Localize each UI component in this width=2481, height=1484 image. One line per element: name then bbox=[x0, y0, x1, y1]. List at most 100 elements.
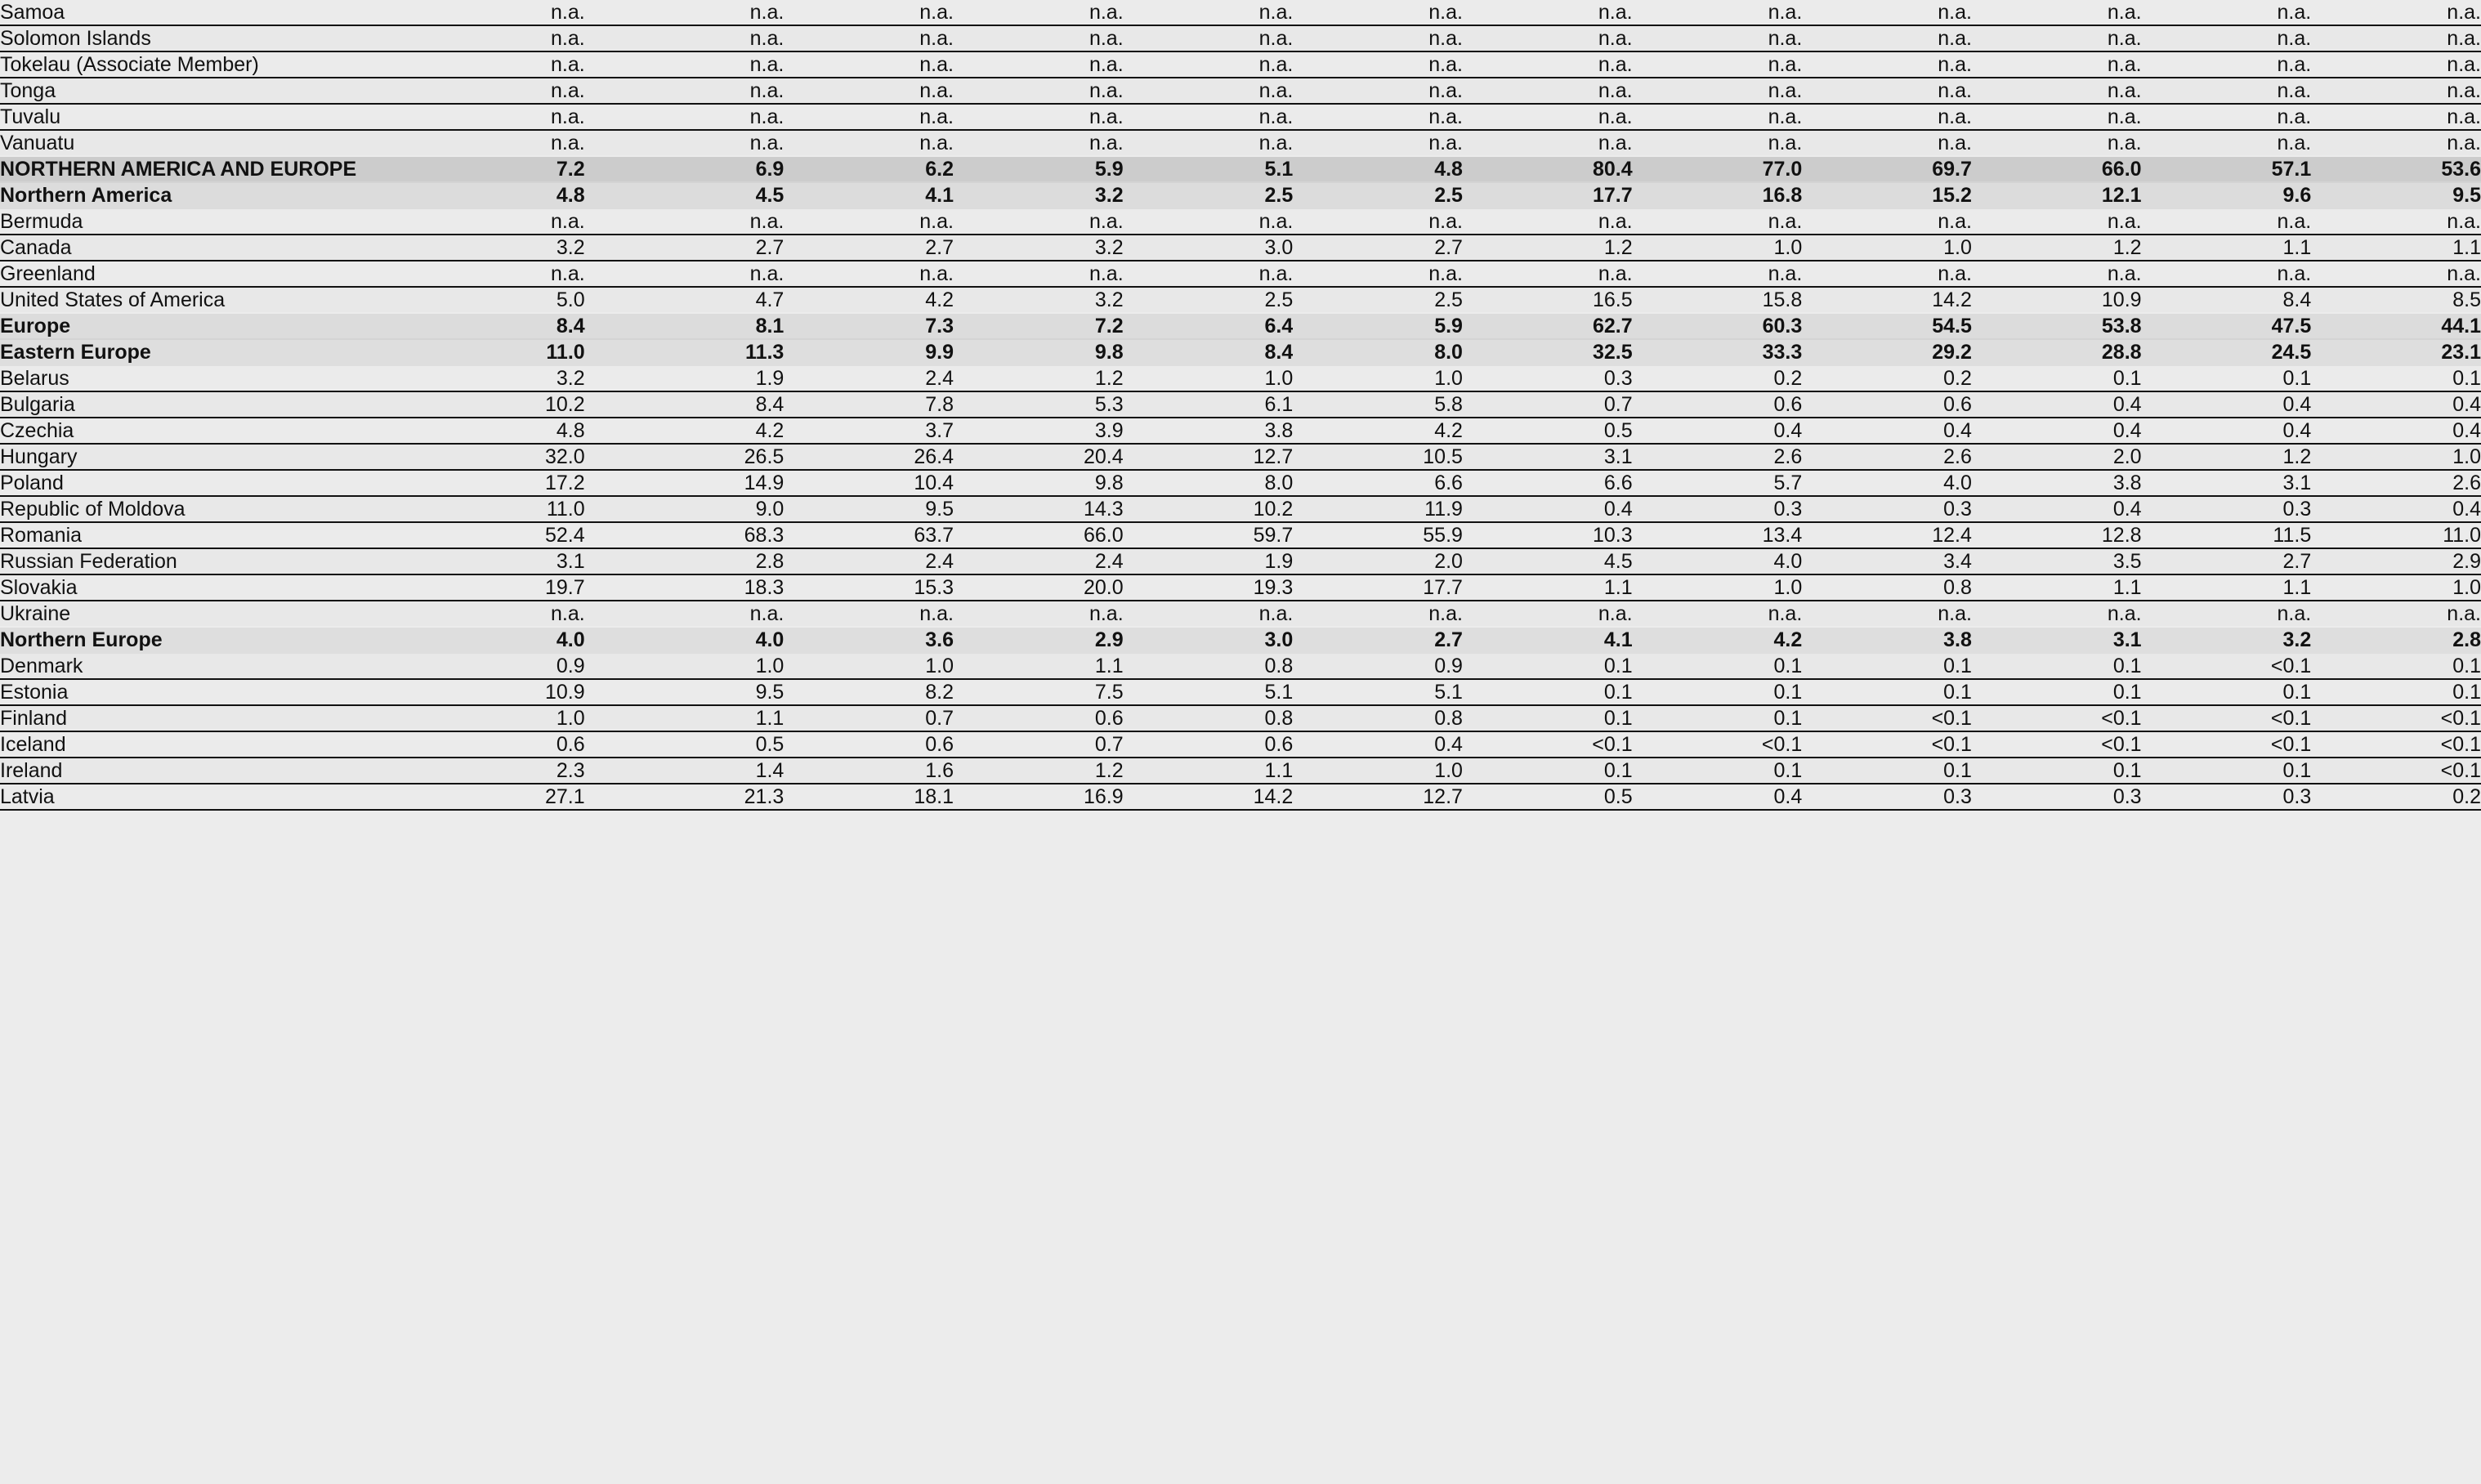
cell-value: 0.1 bbox=[1971, 679, 2142, 706]
row-label: Slovakia bbox=[0, 574, 449, 601]
cell-value: 9.8 bbox=[953, 470, 1124, 497]
cell-value: n.a. bbox=[1632, 208, 1803, 235]
cell-value: 0.2 bbox=[2311, 784, 2481, 811]
cell-value: 69.7 bbox=[1802, 156, 1972, 183]
cell-value: 17.7 bbox=[1462, 182, 1633, 209]
cell-value: n.a. bbox=[1632, 25, 1803, 52]
cell-value: 0.4 bbox=[1462, 496, 1633, 523]
cell-value: 11.3 bbox=[614, 339, 785, 366]
cell-value: 4.8 bbox=[1293, 156, 1463, 183]
row-label: Canada bbox=[0, 235, 449, 261]
cell-value: 3.2 bbox=[449, 235, 615, 261]
cell-value: 9.8 bbox=[953, 339, 1124, 366]
cell-value: n.a. bbox=[1632, 104, 1803, 131]
cell-value: 0.3 bbox=[1462, 365, 1633, 392]
cell-value: n.a. bbox=[1293, 130, 1463, 156]
cell-value: n.a. bbox=[953, 0, 1124, 26]
cell-value: 0.1 bbox=[1802, 653, 1972, 680]
row-label: Czechia bbox=[0, 418, 449, 445]
cell-value: 3.1 bbox=[2141, 470, 2312, 497]
cell-value: <0.1 bbox=[1462, 731, 1633, 758]
cell-value: 3.2 bbox=[953, 182, 1124, 209]
cell-value: 2.8 bbox=[2311, 627, 2481, 654]
cell-value: n.a. bbox=[1632, 78, 1803, 105]
cell-value: 11.9 bbox=[1293, 496, 1463, 523]
cell-value: 2.5 bbox=[1123, 182, 1294, 209]
cell-value: 1.1 bbox=[2141, 574, 2312, 601]
cell-value: 7.3 bbox=[784, 313, 954, 340]
cell-value: 4.7 bbox=[614, 287, 785, 313]
table-row: Republic of Moldova 11.0 9.0 9.5 14.3 10.2 11.… bbox=[0, 496, 2481, 523]
cell-value: 0.1 bbox=[2311, 653, 2481, 680]
cell-value: n.a. bbox=[1971, 104, 2142, 131]
cell-value: 29.2 bbox=[1802, 339, 1972, 366]
cell-value: 32.0 bbox=[449, 444, 615, 471]
cell-value: n.a. bbox=[1293, 261, 1463, 288]
cell-value: 1.0 bbox=[614, 653, 785, 680]
cell-value: n.a. bbox=[1462, 261, 1633, 288]
cell-value: 0.4 bbox=[1971, 418, 2142, 445]
cell-value: n.a. bbox=[1293, 0, 1463, 26]
cell-value: 68.3 bbox=[614, 522, 785, 549]
cell-value: n.a. bbox=[2141, 261, 2312, 288]
cell-value: 3.0 bbox=[1123, 235, 1294, 261]
cell-value: 0.1 bbox=[1971, 365, 2142, 392]
table-row: Slovakia 19.7 18.3 15.3 20.0 19.3 17.7 1.1 1.0 0.… bbox=[0, 574, 2481, 601]
row-label: Ireland bbox=[0, 758, 449, 784]
cell-value: <0.1 bbox=[1971, 731, 2142, 758]
table-row: Bulgaria 10.2 8.4 7.8 5.3 6.1 5.8 0.7 0.6 0.6 0.4 0… bbox=[0, 391, 2481, 418]
cell-value: 66.0 bbox=[953, 522, 1124, 549]
cell-value: 0.4 bbox=[1632, 418, 1803, 445]
cell-value: 13.4 bbox=[1632, 522, 1803, 549]
cell-value: 4.2 bbox=[1632, 627, 1803, 654]
cell-value: 1.0 bbox=[1293, 758, 1463, 784]
cell-value: n.a. bbox=[784, 261, 954, 288]
cell-value: 4.0 bbox=[614, 627, 785, 654]
cell-value: n.a. bbox=[1632, 601, 1803, 627]
cell-value: n.a. bbox=[953, 104, 1124, 131]
cell-value: n.a. bbox=[1971, 261, 2142, 288]
row-label: Latvia bbox=[0, 784, 449, 811]
table-row: Poland 17.2 14.9 10.4 9.8 8.0 6.6 6.6 5.7 4.0 3.8 3… bbox=[0, 470, 2481, 497]
cell-value: 54.5 bbox=[1802, 313, 1972, 340]
cell-value: 63.7 bbox=[784, 522, 954, 549]
cell-value: 24.5 bbox=[2141, 339, 2312, 366]
row-label: NORTHERN AMERICA AND EUROPE bbox=[0, 156, 449, 183]
cell-value: n.a. bbox=[784, 25, 954, 52]
cell-value: 0.1 bbox=[1462, 705, 1633, 732]
cell-value: 0.3 bbox=[1971, 784, 2142, 811]
table-row: Canada 3.2 2.7 2.7 3.2 3.0 2.7 1.2 1.0 1.0 1.2 1.1 1… bbox=[0, 235, 2481, 261]
cell-value: 20.0 bbox=[953, 574, 1124, 601]
cell-value: n.a. bbox=[953, 51, 1124, 78]
cell-value: 9.5 bbox=[614, 679, 785, 706]
cell-value: n.a. bbox=[614, 25, 785, 52]
cell-value: 2.8 bbox=[614, 548, 785, 575]
cell-value: n.a. bbox=[784, 104, 954, 131]
cell-value: n.a. bbox=[1971, 78, 2142, 105]
cell-value: 6.6 bbox=[1293, 470, 1463, 497]
cell-value: 0.3 bbox=[1632, 496, 1803, 523]
cell-value: 0.1 bbox=[2141, 679, 2312, 706]
row-label: Tokelau (Associate Member) bbox=[0, 51, 449, 78]
cell-value: 0.1 bbox=[1462, 758, 1633, 784]
cell-value: 26.4 bbox=[784, 444, 954, 471]
cell-value: 0.5 bbox=[614, 731, 785, 758]
cell-value: n.a. bbox=[1802, 104, 1972, 131]
cell-value: 33.3 bbox=[1632, 339, 1803, 366]
cell-value: 3.2 bbox=[953, 287, 1124, 313]
statistics-table-container: Samoa n.a. n.a. n.a. n.a. n.a. n.a. n.a. n.a. n.a… bbox=[0, 0, 2481, 1484]
table-row: Latvia 27.1 21.3 18.1 16.9 14.2 12.7 0.5 0.4 0.3 0… bbox=[0, 784, 2481, 811]
cell-value: 0.8 bbox=[1802, 574, 1972, 601]
cell-value: 15.2 bbox=[1802, 182, 1972, 209]
cell-value: 1.6 bbox=[784, 758, 954, 784]
cell-value: 5.3 bbox=[953, 391, 1124, 418]
table-row: Belarus 3.2 1.9 2.4 1.2 1.0 1.0 0.3 0.2 0.2 0.1 0.1… bbox=[0, 365, 2481, 392]
cell-value: n.a. bbox=[953, 78, 1124, 105]
cell-value: 14.9 bbox=[614, 470, 785, 497]
row-label: Greenland bbox=[0, 261, 449, 288]
cell-value: 0.1 bbox=[1971, 653, 2142, 680]
cell-value: 0.4 bbox=[1293, 731, 1463, 758]
cell-value: 0.6 bbox=[1802, 391, 1972, 418]
cell-value: n.a. bbox=[2141, 104, 2312, 131]
cell-value: 0.4 bbox=[1802, 418, 1972, 445]
